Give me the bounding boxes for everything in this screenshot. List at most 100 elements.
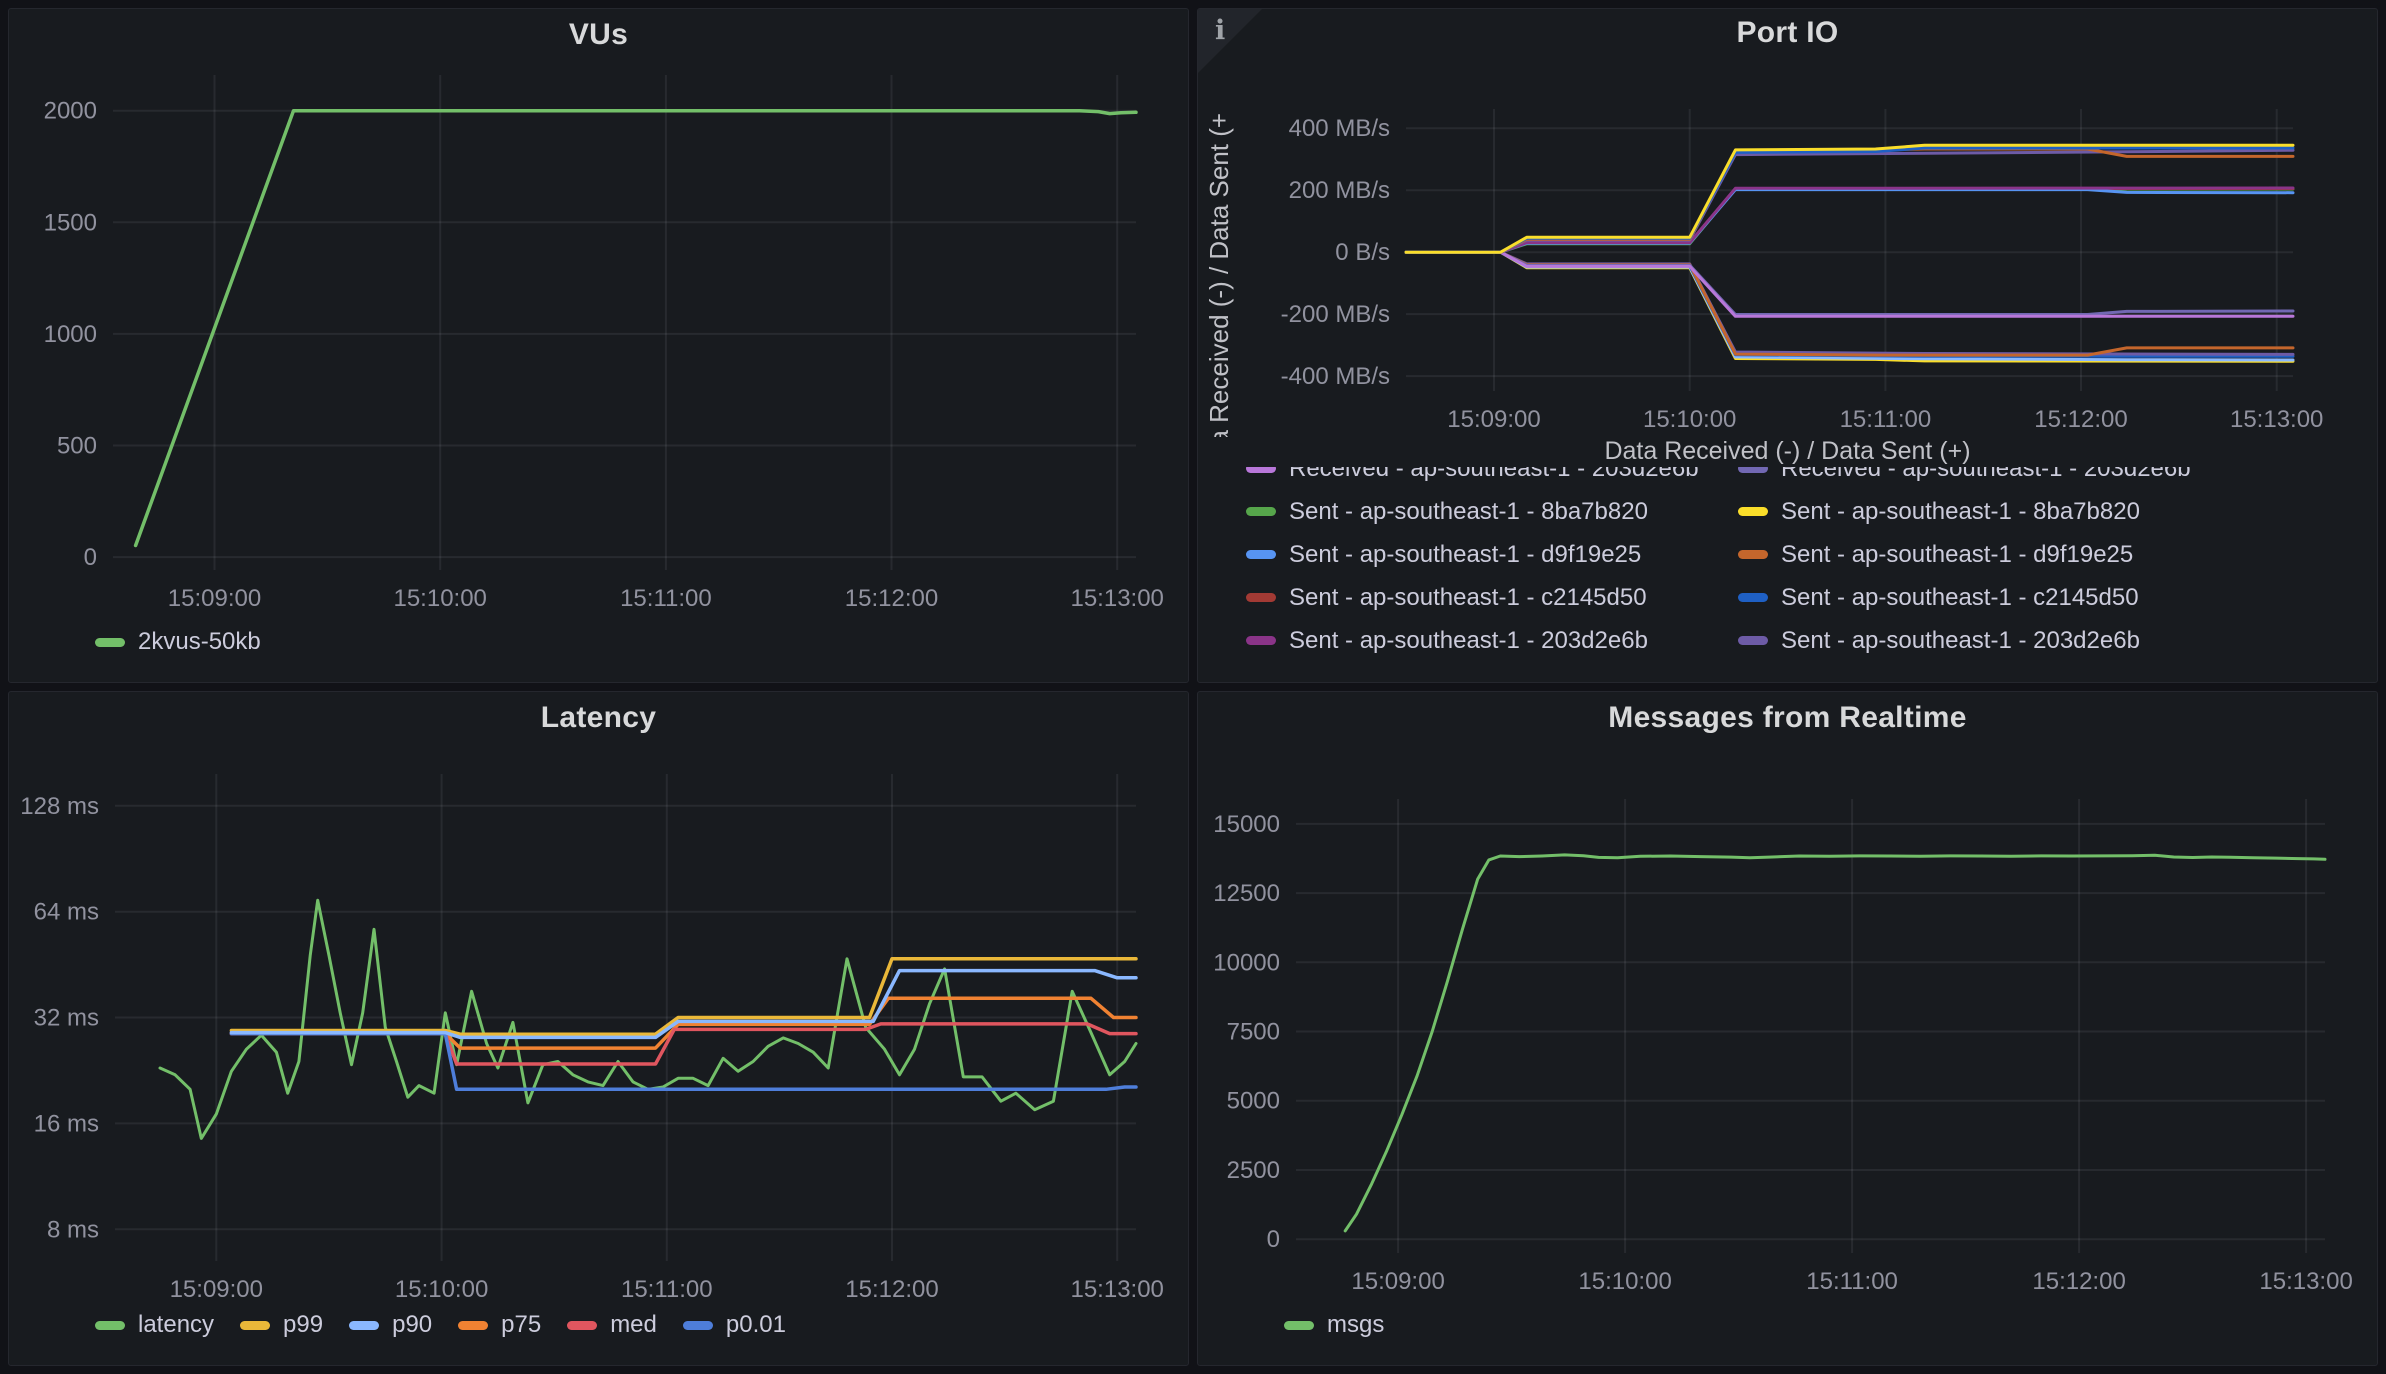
y-tick-label: 400 MB/s — [1289, 115, 1390, 142]
vus-chart[interactable]: 050010001500200015:09:0015:10:0015:11:00… — [9, 61, 1188, 616]
y-tick-label: 2000 — [44, 98, 97, 125]
legend-item[interactable]: latency — [95, 1311, 214, 1339]
legend-swatch — [349, 1321, 379, 1330]
messages-legend: msgs — [1198, 1299, 2377, 1365]
x-tick-label: 15:09:00 — [168, 585, 261, 612]
y-tick-label: 5000 — [1227, 1088, 1280, 1115]
port-io-chart-area: Data Received (-) / Data Sent (+ 400 MB/… — [1198, 57, 2377, 437]
panel-latency: Latency 8 ms16 ms32 ms64 ms128 ms15:09:0… — [8, 691, 1189, 1366]
legend-item[interactable]: p90 — [349, 1311, 432, 1339]
port-io-legend: Received - ap-southeast-1 - 203d2e6b Rece… — [1198, 467, 2377, 682]
legend-label: Sent - ap-southeast-1 - 8ba7b820 — [1781, 498, 2140, 526]
info-icon[interactable]: i — [1215, 15, 1225, 46]
port-io-chart[interactable]: 400 MB/s 200 MB/s 0 B/s -200 MB/s -400 MB/s 1… — [1240, 57, 2377, 437]
legend-swatch — [1738, 550, 1768, 559]
legend-swatch — [1246, 636, 1276, 645]
series-latency — [160, 900, 1136, 1138]
series-received-8ba7b820-neg — [1406, 252, 2293, 361]
series-received-d9f19e25-neg — [1406, 252, 2293, 360]
legend-swatch — [567, 1321, 597, 1330]
legend-item[interactable]: Sent - ap-southeast-1 - d9f19e25 — [1246, 541, 1738, 569]
legend-label: Sent - ap-southeast-1 - 8ba7b820 — [1289, 498, 1648, 526]
x-tick-label: 15:11:00 — [1840, 406, 1932, 433]
panel-title-latency[interactable]: Latency — [9, 692, 1188, 744]
messages-chart[interactable]: 025005000750010000125001500015:09:0015:1… — [1198, 744, 2377, 1299]
y-tick-label: 200 MB/s — [1289, 177, 1390, 204]
series-msgs — [1345, 855, 2325, 1231]
legend-item[interactable]: Sent - ap-southeast-1 - 8ba7b820 — [1246, 498, 1738, 526]
legend-label: 2kvus-50kb — [138, 628, 261, 656]
y-tick-label: 128 ms — [20, 793, 99, 820]
x-tick-label: 15:13:00 — [2259, 1268, 2352, 1295]
legend-item[interactable]: Sent - ap-southeast-1 - d9f19e25 — [1738, 541, 2377, 569]
x-tick-label: 15:10:00 — [395, 1276, 488, 1299]
port-io-y-axis-label: Data Received (-) / Data Sent (+ — [1204, 113, 1235, 437]
legend-swatch — [95, 638, 125, 647]
x-tick-label: 15:11:00 — [620, 585, 712, 612]
y-tick-label: 16 ms — [34, 1110, 99, 1137]
legend-item[interactable]: Sent - ap-southeast-1 - 203d2e6b — [1738, 627, 2377, 655]
legend-item[interactable]: Sent - ap-southeast-1 - c2145d50 — [1738, 584, 2377, 612]
legend-swatch — [458, 1321, 488, 1330]
legend-item[interactable]: p75 — [458, 1311, 541, 1339]
y-tick-label: 10000 — [1213, 949, 1280, 976]
panel-title-messages[interactable]: Messages from Realtime — [1198, 692, 2377, 744]
x-tick-label: 15:12:00 — [845, 585, 938, 612]
dashboard: VUs 050010001500200015:09:0015:10:0015:1… — [0, 0, 2386, 1374]
y-tick-label: 500 — [57, 433, 97, 460]
panel-vus: VUs 050010001500200015:09:0015:10:0015:1… — [8, 8, 1189, 683]
vus-legend: 2kvus-50kb — [9, 616, 1188, 682]
legend-item[interactable]: msgs — [1284, 1311, 1384, 1339]
series-2kvus-50kb — [136, 111, 1136, 546]
y-tick-label: 8 ms — [47, 1216, 99, 1243]
y-tick-label: -200 MB/s — [1281, 301, 1390, 328]
port-io-legend-grid: Received - ap-southeast-1 - 203d2e6b Rece… — [1246, 467, 2377, 662]
legend-swatch — [1284, 1321, 1314, 1330]
legend-label: p99 — [283, 1311, 323, 1339]
series-received-203d2e6b-slate — [1406, 252, 2293, 314]
port-io-y-axis-label-wrap: Data Received (-) / Data Sent (+ — [1198, 57, 1240, 437]
legend-label: Received - ap-southeast-1 - 203d2e6b — [1289, 467, 1699, 483]
legend-label: Sent - ap-southeast-1 - 203d2e6b — [1781, 627, 2140, 655]
legend-item[interactable]: p99 — [240, 1311, 323, 1339]
legend-swatch — [95, 1321, 125, 1330]
legend-item[interactable]: Received - ap-southeast-1 - 203d2e6b — [1246, 467, 1738, 483]
legend-item[interactable]: Sent - ap-southeast-1 - 8ba7b820 — [1738, 498, 2377, 526]
y-tick-label: -400 MB/s — [1281, 363, 1390, 390]
legend-swatch — [1246, 507, 1276, 516]
y-tick-label: 1000 — [44, 321, 97, 348]
panel-title-port-io[interactable]: Port IO — [1198, 9, 2377, 57]
legend-label: med — [610, 1311, 657, 1339]
panel-info-corner[interactable] — [1198, 9, 1262, 73]
legend-item[interactable]: Sent - ap-southeast-1 - 203d2e6b — [1246, 627, 1738, 655]
legend-label: p75 — [501, 1311, 541, 1339]
y-tick-label: 2500 — [1227, 1157, 1280, 1184]
x-tick-label: 15:09:00 — [1447, 406, 1540, 433]
series-p0.01 — [231, 1034, 1136, 1090]
latency-chart[interactable]: 8 ms16 ms32 ms64 ms128 ms15:09:0015:10:0… — [9, 744, 1188, 1299]
panel-title-vus[interactable]: VUs — [9, 9, 1188, 61]
legend-item[interactable]: 2kvus-50kb — [95, 628, 261, 656]
y-tick-label: 0 — [1267, 1226, 1280, 1253]
legend-item[interactable]: Sent - ap-southeast-1 - c2145d50 — [1246, 584, 1738, 612]
x-tick-label: 15:09:00 — [170, 1276, 263, 1299]
legend-item[interactable]: med — [567, 1311, 657, 1339]
legend-label: p90 — [392, 1311, 432, 1339]
legend-swatch — [1246, 467, 1276, 473]
series-received-203d2e6b-lavender — [1406, 252, 2293, 316]
y-tick-label: 32 ms — [34, 1005, 99, 1032]
y-tick-label: 0 B/s — [1335, 239, 1390, 266]
legend-swatch — [1246, 593, 1276, 602]
y-tick-label: 12500 — [1213, 880, 1280, 907]
legend-item[interactable]: Received - ap-southeast-1 - 203d2e6b — [1738, 467, 2377, 483]
legend-label: Sent - ap-southeast-1 - 203d2e6b — [1289, 627, 1648, 655]
legend-label: p0.01 — [726, 1311, 786, 1339]
y-tick-label: 0 — [84, 544, 97, 571]
x-tick-label: 15:13:00 — [1070, 1276, 1163, 1299]
legend-swatch — [240, 1321, 270, 1330]
legend-item[interactable]: p0.01 — [683, 1311, 786, 1339]
x-tick-label: 15:11:00 — [621, 1276, 713, 1299]
x-tick-label: 15:10:00 — [393, 585, 486, 612]
legend-label: Sent - ap-southeast-1 - c2145d50 — [1289, 584, 1647, 612]
legend-label: Sent - ap-southeast-1 - d9f19e25 — [1781, 541, 2133, 569]
